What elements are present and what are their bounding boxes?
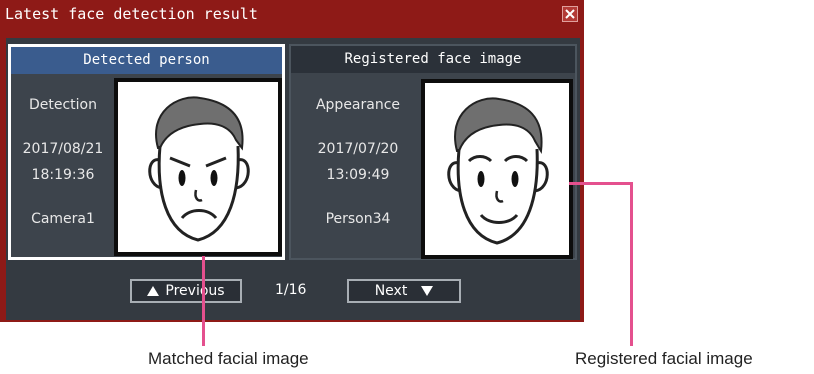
detection-label: Detection (28, 97, 97, 113)
next-label: Next (374, 283, 408, 299)
appearance-time: 13:09:49 (326, 167, 390, 183)
face-detection-dialog: Latest face detection result Detected pe… (0, 0, 584, 322)
triangle-down-icon (421, 286, 434, 296)
appearance-date: 2017/07/20 (317, 141, 399, 157)
triangle-up-icon (147, 286, 160, 296)
neutral-face-illustration (447, 97, 549, 245)
matched-caption: Matched facial image (148, 349, 309, 368)
detection-date: 2017/08/21 (22, 141, 104, 157)
detection-time: 18:19:36 (31, 167, 95, 183)
registered-face-header: Registered face image (291, 46, 575, 73)
registered-face-panel[interactable]: Registered face image Appearance 2017/07… (289, 44, 577, 260)
title-bar[interactable]: Latest face detection result (0, 0, 584, 28)
previous-label: Previous (165, 283, 225, 299)
close-button[interactable] (562, 6, 578, 22)
matched-callout-line (202, 256, 205, 346)
registered-face-image (421, 79, 573, 259)
dialog-title: Latest face detection result (5, 5, 258, 23)
registered-callout-line-horizontal (569, 182, 632, 185)
matched-face-image (114, 78, 282, 256)
previous-button[interactable]: Previous (130, 279, 242, 303)
detected-person-header: Detected person (11, 47, 282, 74)
next-button[interactable]: Next (347, 279, 461, 303)
appearance-label: Appearance (315, 97, 401, 113)
page-indicator: 1/16 (275, 282, 307, 298)
detection-camera: Camera1 (31, 211, 95, 227)
registered-callout-line-vertical (630, 182, 633, 346)
detected-person-panel[interactable]: Detected person Detection 2017/08/21 18:… (8, 44, 285, 260)
registered-person-name: Person34 (325, 211, 391, 227)
close-icon (565, 9, 575, 19)
registered-caption: Registered facial image (575, 349, 753, 368)
angry-face-illustration (148, 96, 250, 242)
